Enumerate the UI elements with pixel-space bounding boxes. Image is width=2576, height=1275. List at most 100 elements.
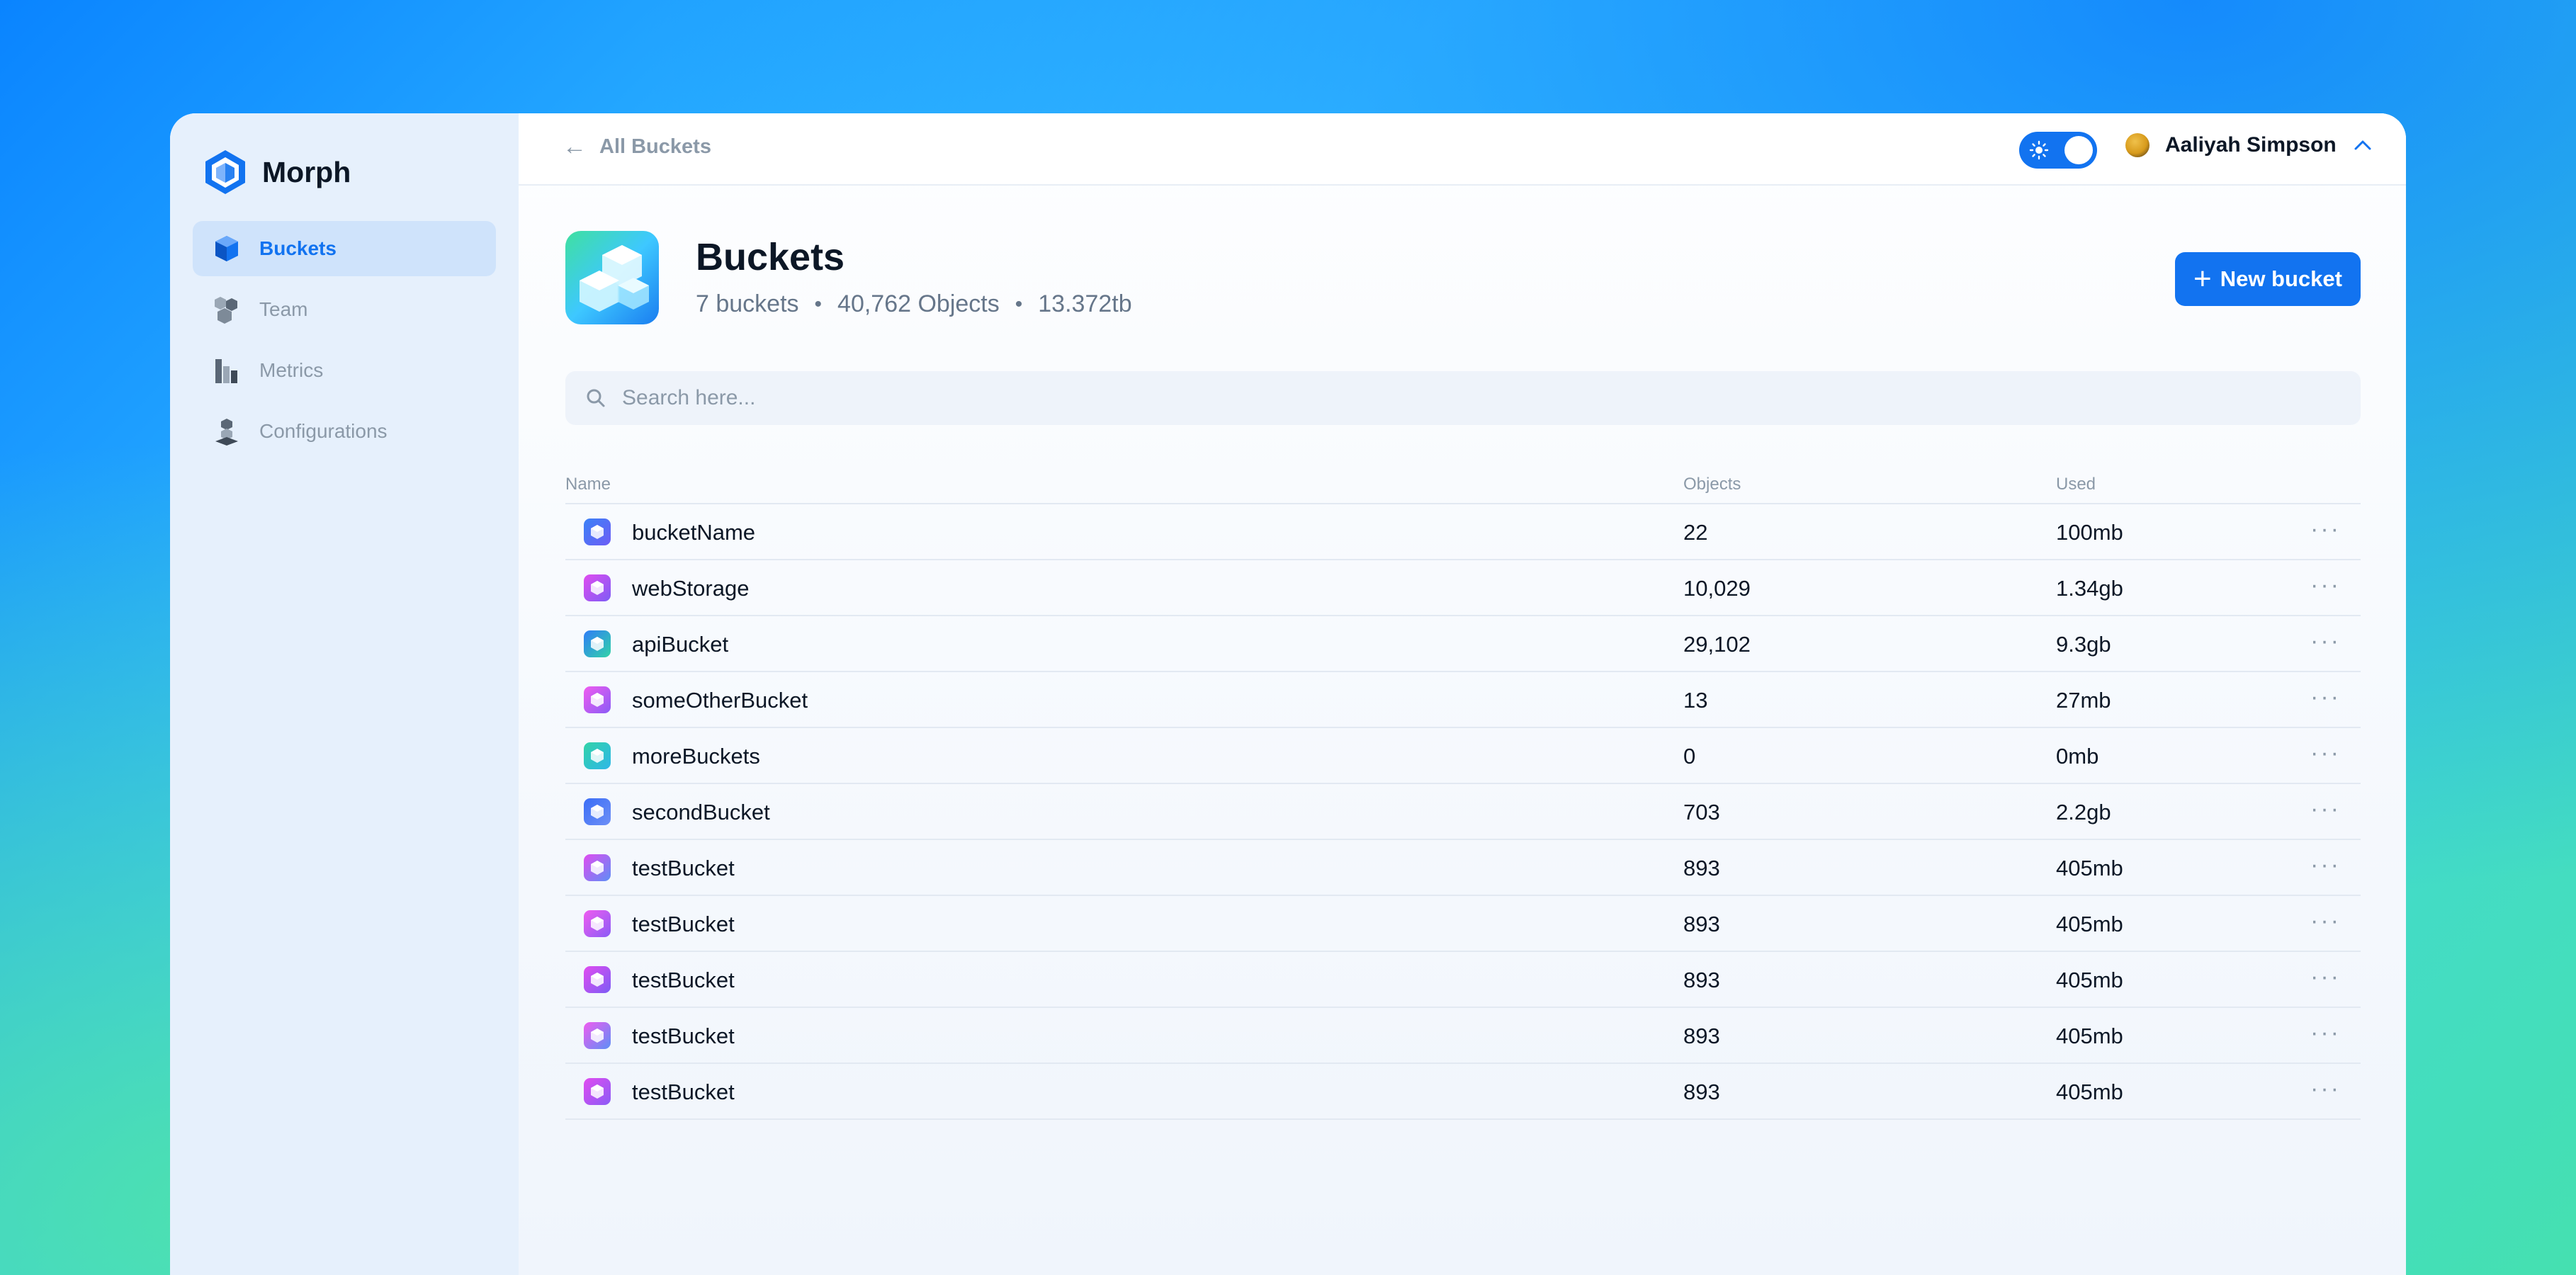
- sun-icon: [2029, 140, 2049, 160]
- search-bar: [565, 371, 2361, 425]
- table-row[interactable]: testBucket 893 405mb ···: [565, 1008, 2361, 1064]
- bucket-used: 405mb: [2056, 1024, 2123, 1048]
- bucket-name[interactable]: testBucket: [632, 968, 735, 993]
- more-options-icon[interactable]: ···: [2310, 963, 2341, 991]
- more-options-icon[interactable]: ···: [2310, 740, 2341, 767]
- brand[interactable]: Morph: [203, 149, 351, 196]
- hexagon-shield-icon: [205, 150, 245, 194]
- toggle-knob: [2064, 136, 2093, 164]
- bucket-objects: 893: [1683, 968, 1720, 992]
- more-options-icon[interactable]: ···: [2310, 907, 2341, 935]
- team-cubes-icon: [213, 295, 241, 324]
- more-options-icon[interactable]: ···: [2310, 628, 2341, 655]
- column-header-objects: Objects: [1683, 475, 1741, 494]
- table-row[interactable]: secondBucket 703 2.2gb ···: [565, 784, 2361, 840]
- more-options-icon[interactable]: ···: [2310, 684, 2341, 711]
- bucket-used: 405mb: [2056, 968, 2123, 992]
- sidebar-item-label: Metrics: [259, 359, 324, 381]
- page-title: Buckets: [696, 236, 845, 278]
- separator-dot: •: [1015, 292, 1023, 316]
- objects-count: 40,762 Objects: [837, 290, 1000, 317]
- sidebar-item-label: Buckets: [259, 237, 337, 259]
- bucket-cube-icon: [584, 798, 611, 825]
- buckets-table: Name Objects Used bucketName 22 100mb ··· we…: [565, 463, 2361, 1120]
- sidebar-item-team[interactable]: Team: [193, 282, 496, 337]
- metrics-bars-icon: [213, 356, 241, 385]
- bucket-objects: 893: [1683, 1080, 1720, 1104]
- bucket-used: 100mb: [2056, 520, 2123, 545]
- sidebar-item-label: Configurations: [259, 420, 388, 442]
- bucket-cube-icon: [584, 966, 611, 993]
- bucket-cube-icon: [584, 574, 611, 601]
- bucket-cube-icon: [213, 234, 241, 263]
- bucket-name[interactable]: apiBucket: [632, 632, 728, 657]
- more-options-icon[interactable]: ···: [2310, 851, 2341, 879]
- back-link[interactable]: ← All Buckets: [563, 133, 711, 161]
- bucket-used: 1.34gb: [2056, 576, 2123, 601]
- bucket-cube-icon: [584, 1022, 611, 1049]
- table-row[interactable]: bucketName 22 100mb ···: [565, 504, 2361, 560]
- bucket-objects: 13: [1683, 688, 1708, 713]
- sidebar: Morph Buckets Team Metrics Configuration…: [170, 113, 519, 1275]
- sidebar-item-label: Team: [259, 298, 308, 320]
- bucket-objects: 893: [1683, 1024, 1720, 1048]
- bucket-name[interactable]: bucketName: [632, 520, 755, 545]
- more-options-icon[interactable]: ···: [2310, 1019, 2341, 1047]
- buckets-cube-icon: [565, 231, 659, 324]
- new-bucket-button[interactable]: + New bucket: [2175, 252, 2361, 306]
- bucket-used: 27mb: [2056, 688, 2111, 713]
- table-row[interactable]: moreBuckets 0 0mb ···: [565, 728, 2361, 784]
- bucket-used: 405mb: [2056, 856, 2123, 880]
- bucket-name[interactable]: secondBucket: [632, 800, 770, 825]
- user-name: Aaliyah Simpson: [2165, 133, 2337, 157]
- bucket-name[interactable]: webStorage: [632, 576, 749, 601]
- more-options-icon[interactable]: ···: [2310, 795, 2341, 823]
- topbar: ← All Buckets Aaliyah Simpson: [519, 113, 2406, 186]
- sidebar-item-metrics[interactable]: Metrics: [193, 343, 496, 398]
- arrow-left-icon: ←: [563, 133, 587, 160]
- bucket-cube-icon: [584, 742, 611, 769]
- brand-name: Morph: [262, 155, 351, 188]
- bucket-used: 0mb: [2056, 744, 2099, 769]
- sidebar-item-configurations[interactable]: Configurations: [193, 404, 496, 459]
- bucket-name[interactable]: testBucket: [632, 1024, 735, 1049]
- table-row[interactable]: webStorage 10,029 1.34gb ···: [565, 560, 2361, 616]
- bucket-used: 405mb: [2056, 1080, 2123, 1104]
- bucket-cube-icon: [584, 1078, 611, 1105]
- table-row[interactable]: someOtherBucket 13 27mb ···: [565, 672, 2361, 728]
- bucket-name[interactable]: someOtherBucket: [632, 688, 808, 713]
- total-size: 13.372tb: [1038, 290, 1132, 317]
- bucket-name[interactable]: testBucket: [632, 1080, 735, 1105]
- page-header: Buckets 7 buckets • 40,762 Objects • 13.…: [565, 231, 2361, 330]
- chevron-up-icon: [2354, 140, 2371, 150]
- sidebar-item-buckets[interactable]: Buckets: [193, 221, 496, 276]
- more-options-icon[interactable]: ···: [2310, 1075, 2341, 1103]
- search-input[interactable]: [621, 385, 2324, 411]
- plus-icon: +: [2193, 261, 2212, 296]
- separator-dot: •: [814, 292, 823, 316]
- bucket-name[interactable]: moreBuckets: [632, 744, 760, 769]
- bucket-objects: 893: [1683, 856, 1720, 880]
- bucket-name[interactable]: testBucket: [632, 912, 735, 937]
- bucket-name[interactable]: testBucket: [632, 856, 735, 881]
- page-summary: 7 buckets • 40,762 Objects • 13.372tb: [696, 290, 1132, 318]
- bucket-count: 7 buckets: [696, 290, 799, 317]
- more-options-icon[interactable]: ···: [2310, 516, 2341, 543]
- table-row[interactable]: testBucket 893 405mb ···: [565, 896, 2361, 952]
- column-header-name: Name: [565, 475, 611, 494]
- more-options-icon[interactable]: ···: [2310, 572, 2341, 599]
- main-content: ← All Buckets Aaliyah Simpson Buckets 7 …: [519, 113, 2406, 1275]
- bucket-objects: 0: [1683, 744, 1696, 769]
- table-row[interactable]: testBucket 893 405mb ···: [565, 1064, 2361, 1120]
- theme-toggle[interactable]: [2019, 132, 2097, 169]
- user-menu[interactable]: Aaliyah Simpson: [2125, 133, 2372, 157]
- bucket-objects: 22: [1683, 520, 1708, 545]
- table-row[interactable]: testBucket 893 405mb ···: [565, 840, 2361, 896]
- bucket-cube-icon: [584, 518, 611, 545]
- avatar: [2125, 133, 2150, 157]
- table-row[interactable]: apiBucket 29,102 9.3gb ···: [565, 616, 2361, 672]
- app-window: Morph Buckets Team Metrics Configuration…: [170, 113, 2406, 1275]
- table-row[interactable]: testBucket 893 405mb ···: [565, 952, 2361, 1008]
- config-stack-icon: [213, 417, 241, 446]
- bucket-objects: 29,102: [1683, 632, 1751, 657]
